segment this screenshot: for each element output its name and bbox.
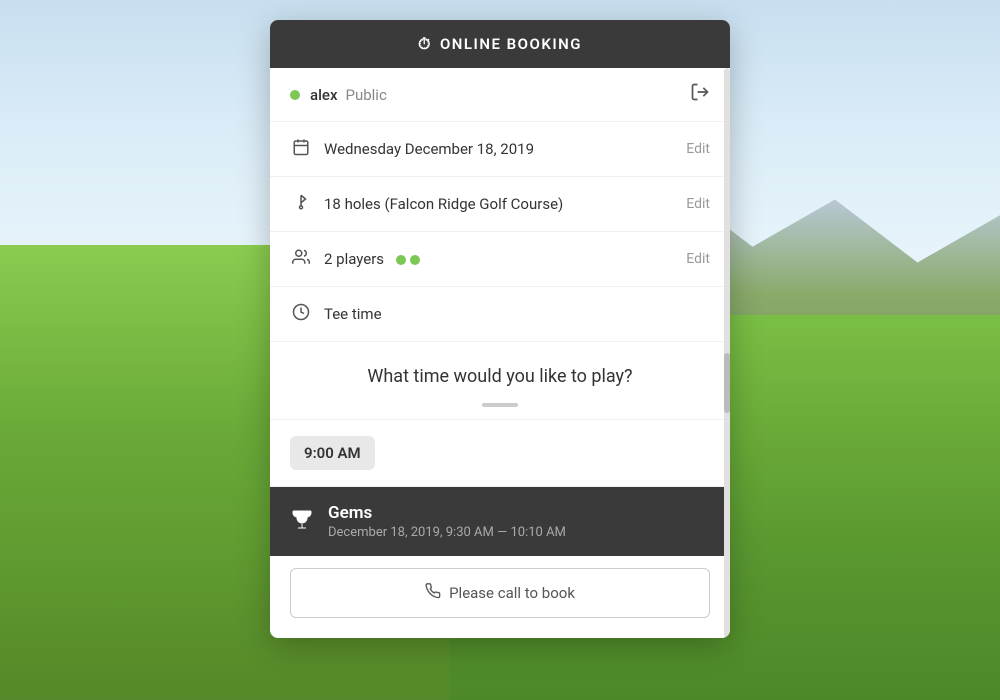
date-edit-button[interactable]: Edit	[686, 141, 710, 157]
panel-header: ⏱ ONLINE BOOKING	[270, 20, 730, 68]
call-button-label: Please call to book	[449, 584, 575, 602]
booking-panel: ⏱ ONLINE BOOKING alex Public	[270, 20, 730, 638]
user-online-dot	[290, 90, 300, 100]
drag-handle	[482, 403, 518, 407]
trophy-icon	[290, 507, 314, 537]
players-icon	[290, 248, 312, 270]
question-text: What time would you like to play?	[290, 366, 710, 387]
scrollbar-thumb[interactable]	[724, 353, 730, 413]
time-filter-section: 9:00 AM	[270, 420, 730, 487]
booking-card-title: Gems	[328, 503, 710, 523]
tee-time-icon	[290, 303, 312, 325]
question-section: What time would you like to play?	[270, 342, 730, 420]
call-to-book-button[interactable]: Please call to book	[290, 568, 710, 618]
golf-icon	[290, 193, 312, 215]
booking-card[interactable]: Gems December 18, 2019, 9:30 AM — 10:10 …	[270, 487, 730, 556]
booking-card-subtitle: December 18, 2019, 9:30 AM — 10:10 AM	[328, 525, 710, 540]
booking-card-info: Gems December 18, 2019, 9:30 AM — 10:10 …	[328, 503, 710, 540]
phone-icon	[425, 583, 441, 603]
username: alex	[310, 86, 338, 104]
clock-icon: ⏱	[418, 34, 432, 54]
holes-edit-button[interactable]: Edit	[686, 196, 710, 212]
date-row: Wednesday December 18, 2019 Edit	[270, 122, 730, 177]
holes-row: 18 holes (Falcon Ridge Golf Course) Edit	[270, 177, 730, 232]
players-row: 2 players Edit	[270, 232, 730, 287]
date-value: Wednesday December 18, 2019	[324, 140, 686, 158]
tee-time-row: Tee time	[270, 287, 730, 342]
players-edit-button[interactable]: Edit	[686, 251, 710, 267]
player-dot-2	[410, 255, 420, 265]
holes-value: 18 holes (Falcon Ridge Golf Course)	[324, 195, 686, 213]
player-dot-1	[396, 255, 406, 265]
panel-title: ONLINE BOOKING	[440, 35, 582, 53]
tee-time-label: Tee time	[324, 305, 710, 323]
user-visibility: Public	[346, 86, 387, 104]
players-value: 2 players	[324, 250, 686, 268]
calendar-icon	[290, 138, 312, 160]
user-row: alex Public	[270, 68, 730, 122]
player-dots	[396, 255, 420, 265]
scrollbar[interactable]	[724, 68, 730, 638]
time-chip[interactable]: 9:00 AM	[290, 436, 375, 470]
panel-body: alex Public Wednesday December	[270, 68, 730, 618]
logout-icon[interactable]	[690, 82, 710, 107]
